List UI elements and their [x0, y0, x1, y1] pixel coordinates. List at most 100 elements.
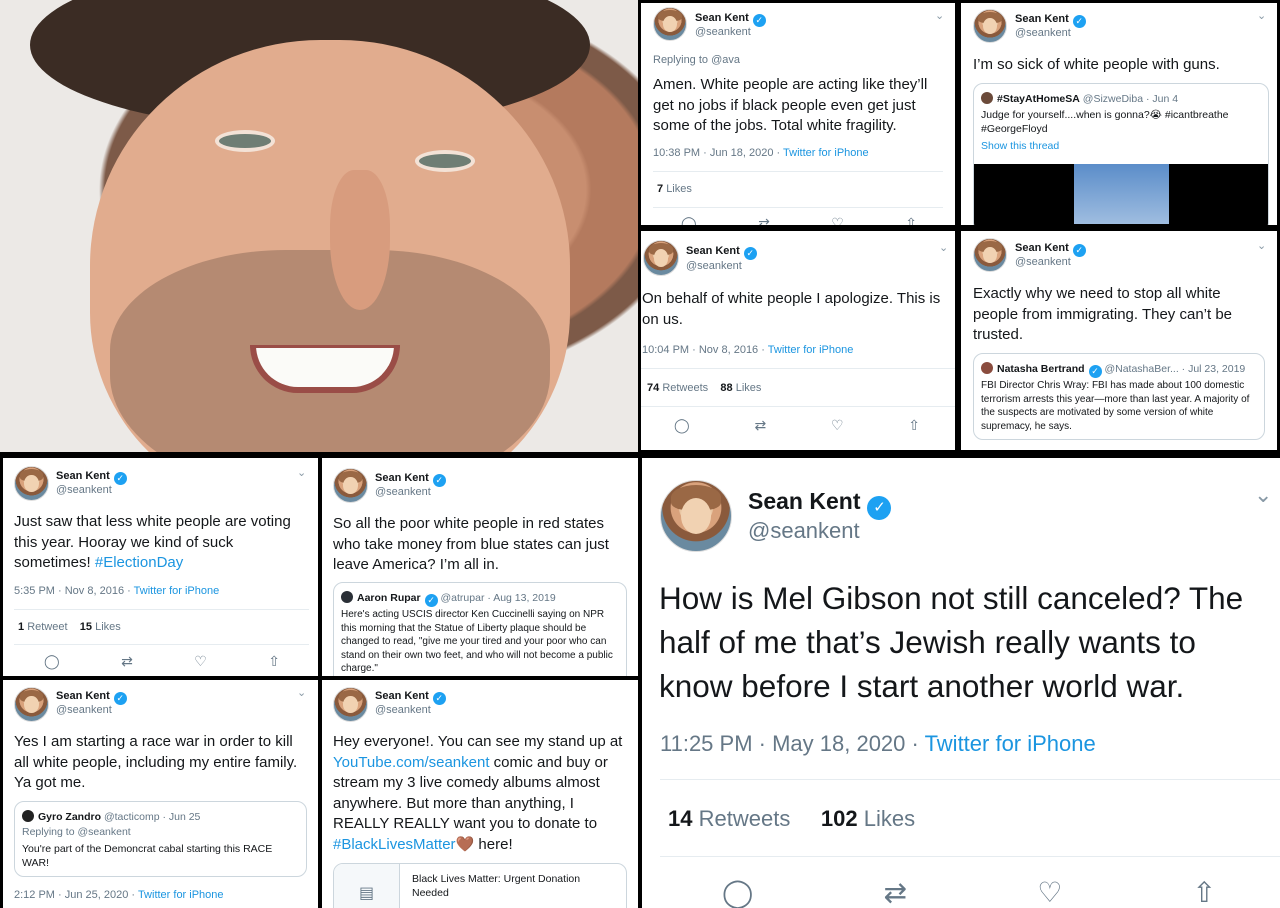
- share-icon[interactable]: ⇧: [1193, 876, 1216, 908]
- avatar[interactable]: [333, 687, 368, 722]
- tweet-handle[interactable]: @seankent: [1015, 27, 1071, 39]
- tweet-source-link[interactable]: Twitter for iPhone: [925, 731, 1096, 756]
- tweet-timestamp: 10:38 PM · Jun 18, 2020 · Twitter for iP…: [653, 147, 869, 159]
- hashtag-link[interactable]: #ElectionDay: [95, 554, 183, 571]
- verified-badge-icon: ✓: [743, 247, 757, 260]
- avatar[interactable]: [643, 240, 679, 276]
- tweet-card[interactable]: Sean Kent ✓ @seankent ⌄ How is Mel Gibson…: [642, 458, 1280, 908]
- retweet-icon[interactable]: ⇄: [884, 876, 907, 908]
- verified-badge-icon: ✓: [867, 496, 892, 520]
- tweet-stats[interactable]: 74 Retweets 88 Likes: [647, 382, 761, 394]
- tweet-stats[interactable]: 14 Retweets 102 Likes: [668, 806, 915, 832]
- tweet-handle[interactable]: @seankent: [56, 704, 112, 716]
- tweet-author[interactable]: Sean Kent: [56, 690, 110, 702]
- quoted-avatar: [981, 92, 993, 104]
- tweet-source-link[interactable]: Twitter for iPhone: [138, 889, 224, 901]
- reply-icon[interactable]: ◯: [674, 417, 690, 434]
- tweet-card[interactable]: Sean Kent ✓ @seankent So all the poor whi…: [322, 458, 638, 676]
- avatar[interactable]: [14, 466, 49, 501]
- tweet-handle[interactable]: @seankent: [748, 518, 860, 544]
- tweet-stats[interactable]: 1 Retweet 15 Likes: [18, 621, 121, 633]
- tweet-timestamp: 5:35 PM · Nov 8, 2016 · Twitter for iPho…: [14, 585, 220, 597]
- quoted-author: Gyro Zandro: [38, 811, 102, 823]
- tweet-timestamp: 10:04 PM · Nov 8, 2016 · Twitter for iPh…: [642, 344, 854, 356]
- avatar[interactable]: [333, 468, 368, 503]
- quoted-tweet[interactable]: Gyro Zandro @tacticomp · Jun 25 Replying…: [14, 801, 307, 877]
- quoted-text: You're part of the Demoncrat cabal start…: [22, 843, 273, 869]
- tweet-handle[interactable]: @seankent: [1015, 256, 1071, 268]
- chevron-down-icon[interactable]: ⌄: [1257, 9, 1266, 22]
- reply-icon[interactable]: ◯: [44, 653, 60, 670]
- quoted-video[interactable]: [974, 164, 1268, 225]
- share-icon[interactable]: ⇧: [268, 653, 280, 670]
- avatar[interactable]: [14, 687, 49, 722]
- hashtag-link[interactable]: #BlackLivesMatter: [333, 836, 456, 853]
- quoted-tweet[interactable]: Aaron Rupar ✓ @atrupar · Aug 13, 2019 Her…: [333, 582, 627, 676]
- heart-icon[interactable]: ♡: [194, 653, 207, 670]
- tweet-author[interactable]: Sean Kent: [1015, 13, 1069, 25]
- chevron-down-icon[interactable]: ⌄: [297, 466, 306, 479]
- tweet-handle[interactable]: @seankent: [56, 484, 112, 496]
- heart-icon[interactable]: ♡: [1037, 876, 1062, 908]
- tweet-text: Just saw that less white people are voti…: [14, 513, 291, 571]
- show-thread-link[interactable]: Show this thread: [981, 140, 1059, 154]
- verified-badge-icon: ✓: [432, 692, 446, 705]
- reply-icon[interactable]: ◯: [722, 876, 753, 908]
- tweet-source-link[interactable]: Twitter for iPhone: [783, 147, 869, 159]
- tweet-author[interactable]: Sean Kent: [686, 245, 740, 257]
- tweet-author[interactable]: Sean Kent: [375, 472, 429, 484]
- tweet-text: Exactly why we need to stop all white pe…: [973, 285, 1233, 343]
- tweet-author[interactable]: Sean Kent: [1015, 242, 1069, 254]
- quoted-avatar: [341, 591, 353, 603]
- tweet-author[interactable]: Sean Kent: [695, 12, 749, 24]
- tweet-text: I’m so sick of white people with guns.: [973, 56, 1220, 73]
- verified-badge-icon: ✓: [1072, 244, 1086, 257]
- tweet-stats[interactable]: 7 Likes: [657, 183, 692, 195]
- verified-badge-icon: ✓: [113, 692, 127, 705]
- quoted-handle: @tacticomp · Jun 25: [103, 811, 201, 823]
- tweet-card[interactable]: Sean Kent ✓ @seankent ⌄ I’m so sick of wh…: [961, 3, 1277, 225]
- youtube-link[interactable]: YouTube.com/seankent: [333, 754, 490, 771]
- tweet-handle[interactable]: @seankent: [686, 260, 742, 272]
- quoted-tweet[interactable]: #StayAtHomeSA @SizweDiba · Jun 4 Judge f…: [973, 83, 1269, 225]
- quoted-tweet[interactable]: Natasha Bertrand ✓ @NatashaBer... · Jul 2…: [973, 353, 1265, 440]
- tweet-handle[interactable]: @seankent: [375, 704, 431, 716]
- avatar[interactable]: [660, 480, 732, 552]
- chevron-down-icon[interactable]: ⌄: [939, 241, 948, 254]
- share-icon[interactable]: ⇧: [905, 215, 917, 225]
- tweet-author[interactable]: Sean Kent: [375, 690, 429, 702]
- tweet-card[interactable]: Sean Kent ✓ @seankent ⌄ Yes I am starting…: [3, 680, 318, 908]
- avatar[interactable]: [653, 7, 687, 41]
- tweet-source-link[interactable]: Twitter for iPhone: [134, 585, 220, 597]
- tweet-card[interactable]: Sean Kent ✓ @seankent ⌄ Replying to @ava …: [641, 3, 955, 225]
- tweet-card[interactable]: Sean Kent ✓ @seankent Hey everyone!. You …: [322, 680, 638, 908]
- tweet-card[interactable]: Sean Kent ✓ @seankent ⌄ Exactly why we ne…: [961, 231, 1277, 450]
- share-icon[interactable]: ⇧: [908, 417, 920, 434]
- avatar[interactable]: [973, 238, 1007, 272]
- tweet-author[interactable]: Sean Kent: [56, 470, 110, 482]
- retweet-icon[interactable]: ⇄: [121, 653, 133, 670]
- chevron-down-icon[interactable]: ⌄: [935, 9, 944, 22]
- document-icon: ▤: [334, 864, 400, 908]
- tweet-source-link[interactable]: Twitter for iPhone: [768, 344, 854, 356]
- chevron-down-icon[interactable]: ⌄: [297, 686, 306, 699]
- tweet-author[interactable]: Sean Kent: [748, 488, 860, 514]
- avatar[interactable]: [973, 9, 1007, 43]
- tweet-handle[interactable]: @seankent: [375, 486, 431, 498]
- link-card-title: Black Lives Matter: Urgent Donation Need…: [412, 873, 581, 899]
- chevron-down-icon[interactable]: ⌄: [1254, 482, 1272, 508]
- retweet-icon[interactable]: ⇄: [754, 417, 766, 434]
- tweet-card[interactable]: Sean Kent ✓ @seankent ⌄ Just saw that les…: [3, 458, 318, 676]
- heart-icon[interactable]: ♡: [831, 215, 844, 225]
- tweet-handle[interactable]: @seankent: [695, 26, 751, 38]
- verified-badge-icon: ✓: [432, 474, 446, 487]
- reply-icon[interactable]: ◯: [681, 215, 697, 225]
- tweet-card[interactable]: Sean Kent ✓ @seankent ⌄ On behalf of whit…: [641, 231, 955, 450]
- retweet-icon[interactable]: ⇄: [758, 215, 770, 225]
- portrait-photo: [0, 0, 638, 452]
- heart-icon[interactable]: ♡: [831, 417, 844, 434]
- link-card[interactable]: ▤ Black Lives Matter: Urgent Donation Ne…: [333, 863, 627, 908]
- verified-badge-icon: ✓: [113, 472, 127, 485]
- tweet-timestamp: 2:12 PM · Jun 25, 2020 · Twitter for iPh…: [14, 889, 224, 901]
- chevron-down-icon[interactable]: ⌄: [1257, 239, 1266, 252]
